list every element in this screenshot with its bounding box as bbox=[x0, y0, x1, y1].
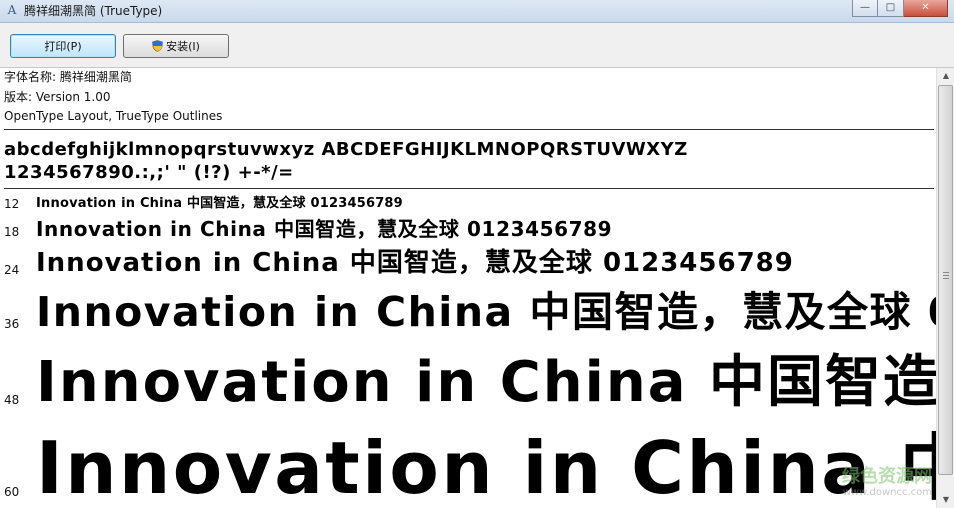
window-title: 腾祥细潮黑简 (TrueType) bbox=[24, 4, 163, 18]
title-bar: A 腾祥细潮黑简 (TrueType) — □ ✕ bbox=[0, 0, 954, 23]
sample-text: Innovation in China 中国智造，慧及全球 0123456789 bbox=[36, 288, 936, 336]
watermark-logo: 绿色资源网 bbox=[842, 466, 932, 487]
minimize-button[interactable]: — bbox=[852, 0, 878, 17]
sample-row-36: 36 Innovation in China 中国智造，慧及全球 0123456… bbox=[0, 286, 936, 342]
print-button[interactable]: 打印(P) bbox=[10, 34, 116, 58]
sample-row-12: 12 Innovation in China 中国智造，慧及全球 0123456… bbox=[0, 196, 936, 216]
font-preview-area: 字体名称: 腾祥细潮黑简 版本: Version 1.00 OpenType L… bbox=[0, 68, 936, 508]
maximize-button[interactable]: □ bbox=[878, 0, 904, 17]
font-app-icon[interactable]: A bbox=[5, 3, 19, 17]
size-label: 48 bbox=[4, 393, 20, 407]
toolbar: 打印(P) 安装(I) bbox=[0, 23, 954, 68]
size-label: 36 bbox=[4, 317, 20, 331]
size-label: 12 bbox=[4, 197, 20, 211]
format-line: OpenType Layout, TrueType Outlines bbox=[4, 109, 223, 123]
watermark: 绿色资源网 www.downcc.com bbox=[842, 466, 932, 499]
print-button-label: 打印(P) bbox=[44, 40, 82, 53]
sample-row-48: 48 Innovation in China 中国智造，慧及全球 0123456… bbox=[0, 348, 936, 420]
uac-shield-icon bbox=[152, 40, 163, 52]
divider-bottom bbox=[4, 188, 934, 189]
sample-row-24: 24 Innovation in China 中国智造，慧及全球 0123456… bbox=[0, 246, 936, 282]
scroll-down-arrow-icon[interactable]: ▼ bbox=[938, 492, 954, 508]
sample-text: Innovation in China 中国智造，慧及全球 0123456789 bbox=[36, 350, 936, 415]
close-button[interactable]: ✕ bbox=[904, 0, 948, 17]
grip-line bbox=[943, 275, 949, 276]
divider-top bbox=[4, 129, 934, 130]
charset-symbols: 1234567890.:,;' " (!?) +-*/= bbox=[4, 162, 294, 183]
font-name-line: 字体名称: 腾祥细潮黑简 bbox=[4, 70, 132, 84]
grip-line bbox=[943, 272, 949, 273]
install-button[interactable]: 安装(I) bbox=[123, 34, 229, 58]
charset-letters: abcdefghijklmnopqrstuvwxyz ABCDEFGHIJKLM… bbox=[4, 139, 688, 160]
size-label: 24 bbox=[4, 263, 20, 277]
grip-line bbox=[943, 278, 949, 279]
watermark-url: www.downcc.com bbox=[842, 487, 932, 498]
version-line: 版本: Version 1.00 bbox=[4, 90, 111, 104]
vertical-scrollbar[interactable]: ▲ ▼ bbox=[936, 68, 954, 508]
scrollbar-thumb[interactable] bbox=[938, 85, 953, 475]
sample-row-18: 18 Innovation in China 中国智造，慧及全球 0123456… bbox=[0, 216, 936, 244]
sample-text: Innovation in China 中国智造，慧及全球 0123456789 bbox=[36, 426, 936, 508]
window-controls: — □ ✕ bbox=[852, 0, 948, 18]
scroll-up-arrow-icon[interactable]: ▲ bbox=[938, 68, 954, 84]
sample-text: Innovation in China 中国智造，慧及全球 0123456789 bbox=[36, 196, 403, 211]
sample-text: Innovation in China 中国智造，慧及全球 0123456789 bbox=[36, 248, 794, 278]
size-label: 60 bbox=[4, 485, 20, 499]
sample-row-60: 60 Innovation in China 中国智造，慧及全球 0123456… bbox=[0, 426, 936, 508]
install-button-label: 安装(I) bbox=[166, 40, 200, 53]
sample-text: Innovation in China 中国智造，慧及全球 0123456789 bbox=[36, 217, 613, 241]
size-label: 18 bbox=[4, 225, 20, 239]
